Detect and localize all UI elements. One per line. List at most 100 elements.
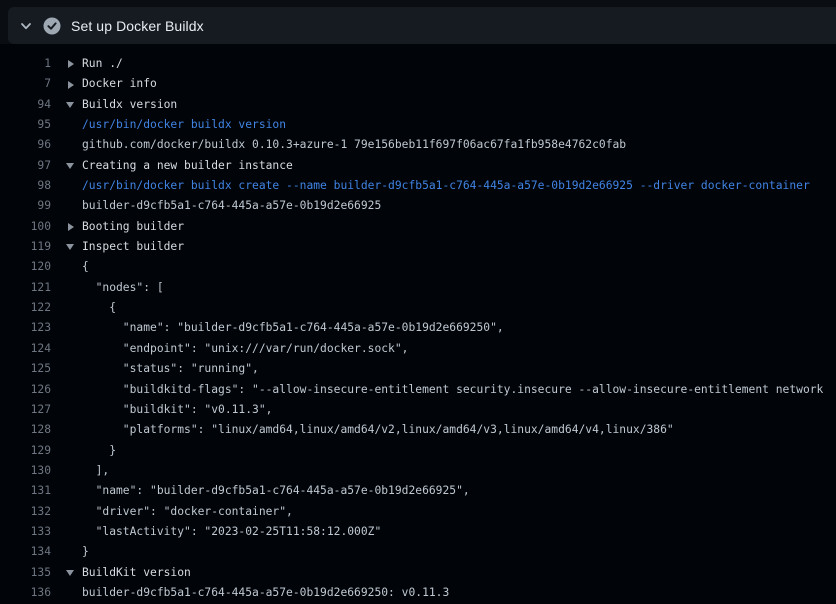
output-text: "name": "builder-d9cfb5a1-c764-445a-a57e… bbox=[82, 481, 836, 501]
log-group-row[interactable]: 7 Docker info bbox=[0, 74, 836, 94]
group-toggle[interactable] bbox=[66, 244, 82, 250]
line-number[interactable]: 129 bbox=[0, 441, 51, 461]
line-number[interactable]: 99 bbox=[0, 196, 51, 216]
output-text: { bbox=[82, 257, 836, 277]
log-line: 134} bbox=[0, 542, 836, 562]
log-group-row[interactable]: 100 Booting builder bbox=[0, 217, 836, 237]
group-toggle[interactable] bbox=[66, 570, 82, 576]
group-title: Creating a new builder instance bbox=[82, 156, 836, 176]
line-number[interactable]: 130 bbox=[0, 461, 51, 481]
line-number[interactable]: 96 bbox=[0, 135, 51, 155]
group-expanded-icon[interactable] bbox=[66, 102, 74, 108]
line-number[interactable]: 97 bbox=[0, 156, 51, 176]
output-text: "endpoint": "unix:///var/run/docker.sock… bbox=[82, 339, 836, 359]
log-group-row[interactable]: 135 BuildKit version bbox=[0, 563, 836, 583]
line-number[interactable]: 98 bbox=[0, 176, 51, 196]
output-text: builder-d9cfb5a1-c764-445a-a57e-0b19d2e6… bbox=[82, 583, 836, 603]
line-number[interactable]: 1 bbox=[0, 54, 51, 74]
line-number[interactable]: 128 bbox=[0, 420, 51, 440]
line-number[interactable]: 94 bbox=[0, 95, 51, 115]
log-line: 124 "endpoint": "unix:///var/run/docker.… bbox=[0, 339, 836, 359]
group-expanded-icon[interactable] bbox=[66, 244, 74, 250]
line-number[interactable]: 136 bbox=[0, 583, 51, 603]
log-line: 129 } bbox=[0, 441, 836, 461]
output-text: "nodes": [ bbox=[82, 278, 836, 298]
output-text: "buildkit": "v0.11.3", bbox=[82, 400, 836, 420]
group-title: Run ./ bbox=[82, 54, 836, 74]
log-line: 123 "name": "builder-d9cfb5a1-c764-445a-… bbox=[0, 318, 836, 338]
line-number[interactable]: 132 bbox=[0, 502, 51, 522]
log-line: 133 "lastActivity": "2023-02-25T11:58:12… bbox=[0, 522, 836, 542]
log-line: 99 builder-d9cfb5a1-c764-445a-a57e-0b19d2… bbox=[0, 196, 836, 216]
output-text: ], bbox=[82, 461, 836, 481]
group-toggle[interactable] bbox=[66, 223, 82, 231]
output-text: "name": "builder-d9cfb5a1-c764-445a-a57e… bbox=[82, 318, 836, 338]
chevron-down-icon[interactable] bbox=[19, 19, 33, 33]
log-line: 127 "buildkit": "v0.11.3", bbox=[0, 400, 836, 420]
group-title: BuildKit version bbox=[82, 563, 836, 583]
group-expanded-icon[interactable] bbox=[66, 570, 74, 576]
log-line: 126 "buildkitd-flags": "--allow-insecure… bbox=[0, 380, 836, 400]
output-text: "lastActivity": "2023-02-25T11:58:12.000… bbox=[82, 522, 836, 542]
log-line: 98/usr/bin/docker buildx create --name b… bbox=[0, 176, 836, 196]
log-line: 125 "status": "running", bbox=[0, 359, 836, 379]
log-line: 95/usr/bin/docker buildx version bbox=[0, 115, 836, 135]
line-number[interactable]: 134 bbox=[0, 542, 51, 562]
output-text: github.com/docker/buildx 0.10.3+azure-1 … bbox=[82, 135, 836, 155]
log-line: 121 "nodes": [ bbox=[0, 278, 836, 298]
group-title: Inspect builder bbox=[82, 237, 836, 257]
output-text: builder-d9cfb5a1-c764-445a-a57e-0b19d2e6… bbox=[82, 196, 836, 216]
line-number[interactable]: 135 bbox=[0, 563, 51, 583]
log-line: 128 "platforms": "linux/amd64,linux/amd6… bbox=[0, 420, 836, 440]
group-toggle[interactable] bbox=[66, 81, 82, 89]
command-text: /usr/bin/docker buildx create --name bui… bbox=[82, 176, 836, 196]
log-line: 96 github.com/docker/buildx 0.10.3+azure-… bbox=[0, 135, 836, 155]
group-title: Docker info bbox=[82, 74, 836, 94]
line-number[interactable]: 121 bbox=[0, 278, 51, 298]
log-line: 131 "name": "builder-d9cfb5a1-c764-445a-… bbox=[0, 481, 836, 501]
log-line: 130 ], bbox=[0, 461, 836, 481]
log-line: 122 { bbox=[0, 298, 836, 318]
log-line: 120 { bbox=[0, 257, 836, 277]
group-collapsed-icon[interactable] bbox=[68, 81, 74, 89]
line-number[interactable]: 131 bbox=[0, 481, 51, 501]
output-text: "platforms": "linux/amd64,linux/amd64/v2… bbox=[82, 420, 836, 440]
group-toggle[interactable] bbox=[66, 60, 82, 68]
line-number[interactable]: 119 bbox=[0, 237, 51, 257]
log-group-row[interactable]: 97 Creating a new builder instance bbox=[0, 156, 836, 176]
log-group-row[interactable]: 1 Run ./ bbox=[0, 54, 836, 74]
log-area: 1Run ./7Docker info94Buildx version95/us… bbox=[0, 44, 836, 604]
line-number[interactable]: 124 bbox=[0, 339, 51, 359]
step-title: Set up Docker Buildx bbox=[71, 18, 204, 34]
line-number[interactable]: 125 bbox=[0, 359, 51, 379]
group-toggle[interactable] bbox=[66, 163, 82, 169]
command-text: /usr/bin/docker buildx version bbox=[82, 115, 836, 135]
line-number[interactable]: 95 bbox=[0, 115, 51, 135]
log-line: 132 "driver": "docker-container", bbox=[0, 502, 836, 522]
group-collapsed-icon[interactable] bbox=[68, 223, 74, 231]
output-text: "buildkitd-flags": "--allow-insecure-ent… bbox=[82, 380, 836, 400]
line-number[interactable]: 7 bbox=[0, 74, 51, 94]
group-title: Buildx version bbox=[82, 95, 836, 115]
log-group-row[interactable]: 119 Inspect builder bbox=[0, 237, 836, 257]
output-text: "status": "running", bbox=[82, 359, 836, 379]
line-number[interactable]: 133 bbox=[0, 522, 51, 542]
step-header[interactable]: Set up Docker Buildx bbox=[8, 7, 836, 44]
output-text: "driver": "docker-container", bbox=[82, 502, 836, 522]
line-number[interactable]: 122 bbox=[0, 298, 51, 318]
group-collapsed-icon[interactable] bbox=[68, 60, 74, 68]
check-circle-icon bbox=[43, 17, 61, 35]
line-number[interactable]: 126 bbox=[0, 380, 51, 400]
line-number[interactable]: 100 bbox=[0, 217, 51, 237]
group-title: Booting builder bbox=[82, 217, 836, 237]
log-group-row[interactable]: 94 Buildx version bbox=[0, 95, 836, 115]
line-number[interactable]: 127 bbox=[0, 400, 51, 420]
workflow-log-page: Set up Docker Buildx 1 Run ./ 7 Docker info… bbox=[0, 0, 836, 604]
line-number[interactable]: 120 bbox=[0, 257, 51, 277]
group-toggle[interactable] bbox=[66, 102, 82, 108]
log-line: 136 builder-d9cfb5a1-c764-445a-a57e-0b19d… bbox=[0, 583, 836, 603]
group-expanded-icon[interactable] bbox=[66, 163, 74, 169]
output-text: { bbox=[82, 298, 836, 318]
line-number[interactable]: 123 bbox=[0, 318, 51, 338]
output-text: } bbox=[82, 441, 836, 461]
